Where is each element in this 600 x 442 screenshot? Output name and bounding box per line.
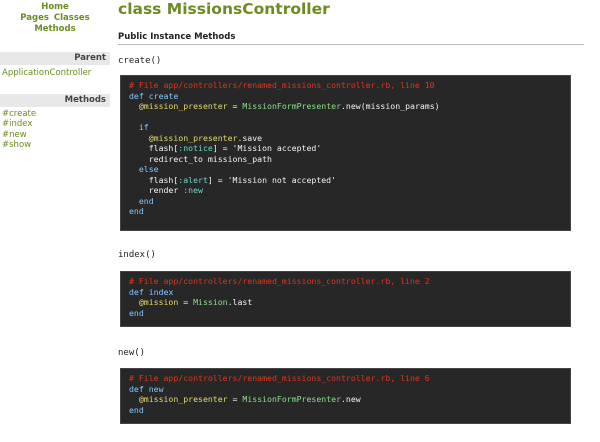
sidebar: Home Pages Classes Methods Parent Applic… xyxy=(0,0,110,442)
method-link-create[interactable]: #create xyxy=(0,109,110,120)
method-link-new[interactable]: #new xyxy=(0,130,110,141)
method-link-index[interactable]: #index xyxy=(0,119,110,130)
method-signature-index[interactable]: index() xyxy=(118,250,156,260)
page-title: class MissionsController xyxy=(118,0,330,18)
classes-link[interactable]: Classes xyxy=(54,13,90,23)
method-list: #create #index #new #show xyxy=(0,109,110,151)
top-nav: Home Pages Classes Methods xyxy=(0,0,110,35)
parent-heading: Parent xyxy=(0,52,110,65)
method-signature-create[interactable]: create() xyxy=(118,56,161,66)
code-block-new: # File app/controllers/renamed_missions_… xyxy=(120,368,571,424)
section-title: Public Instance Methods xyxy=(118,32,584,45)
code-comment: # File app/controllers/renamed_missions_… xyxy=(129,80,435,90)
methods-link[interactable]: Methods xyxy=(34,24,75,34)
method-link-show[interactable]: #show xyxy=(0,140,110,151)
code-comment: # File app/controllers/renamed_missions_… xyxy=(129,276,430,286)
home-link[interactable]: Home xyxy=(41,2,69,12)
methods-heading: Methods xyxy=(0,93,110,107)
code-block-index: # File app/controllers/renamed_missions_… xyxy=(120,271,571,327)
code-block-create: # File app/controllers/renamed_missions_… xyxy=(120,75,571,231)
parent-class-link[interactable]: ApplicationController xyxy=(0,68,110,79)
pages-link[interactable]: Pages xyxy=(20,13,49,23)
method-signature-new[interactable]: new() xyxy=(118,348,145,358)
code-comment: # File app/controllers/renamed_missions_… xyxy=(129,373,430,383)
